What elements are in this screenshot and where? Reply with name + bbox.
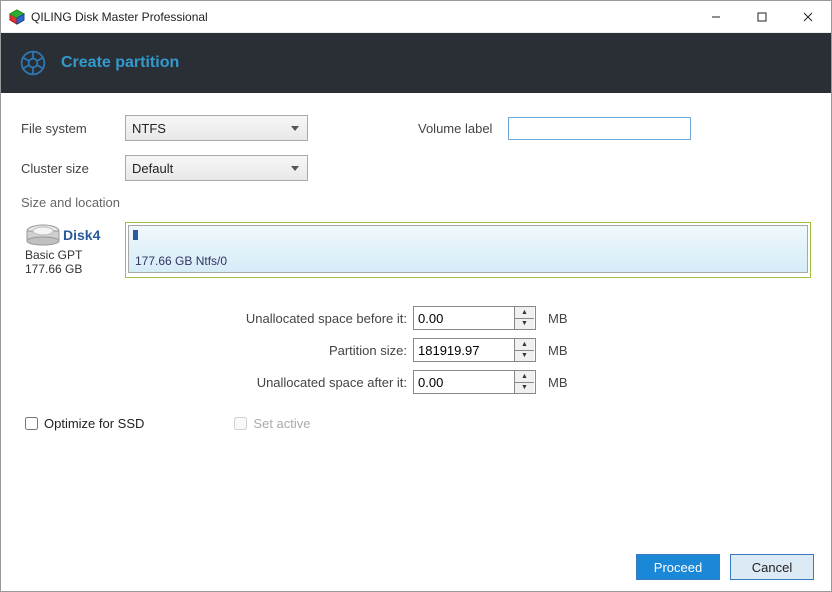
- hdd-icon: [25, 224, 61, 246]
- volume-label-input[interactable]: [508, 117, 691, 140]
- partition-label: 177.66 GB Ntfs/0: [135, 254, 227, 268]
- spinner-arrows: ▲ ▼: [514, 339, 534, 361]
- label-file-system: File system: [21, 121, 125, 136]
- label-volume-label: Volume label: [418, 121, 508, 136]
- row-unalloc-before: Unallocated space before it: ▲ ▼ MB: [21, 306, 811, 330]
- app-logo-icon: [19, 49, 47, 77]
- content-area: File system NTFS Volume label Cluster si…: [1, 93, 831, 441]
- page-title: Create partition: [61, 54, 179, 72]
- partition-bar[interactable]: 177.66 GB Ntfs/0: [128, 225, 808, 273]
- maximize-button[interactable]: [739, 1, 785, 33]
- unit-mb: MB: [548, 311, 568, 326]
- spinner-arrows: ▲ ▼: [514, 307, 534, 329]
- label-size-location: Size and location: [21, 195, 811, 210]
- proceed-button[interactable]: Proceed: [636, 554, 720, 580]
- optimize-ssd-input[interactable]: [25, 417, 38, 430]
- minimize-button[interactable]: [693, 1, 739, 33]
- optimize-ssd-checkbox[interactable]: Optimize for SSD: [25, 416, 144, 431]
- spinner-up-icon[interactable]: ▲: [515, 371, 534, 383]
- footer-buttons: Proceed Cancel: [636, 554, 814, 580]
- optimize-ssd-label: Optimize for SSD: [44, 416, 144, 431]
- unalloc-before-spinner[interactable]: ▲ ▼: [413, 306, 536, 330]
- row-file-system: File system NTFS Volume label: [21, 115, 811, 141]
- partition-size-spinner[interactable]: ▲ ▼: [413, 338, 536, 362]
- spinner-arrows: ▲ ▼: [514, 371, 534, 393]
- close-button[interactable]: [785, 1, 831, 33]
- unit-mb: MB: [548, 343, 568, 358]
- disk-name: Disk4: [63, 227, 100, 243]
- window-title: QILING Disk Master Professional: [31, 10, 693, 24]
- label-unalloc-before: Unallocated space before it:: [21, 311, 413, 326]
- file-system-select[interactable]: NTFS: [125, 115, 308, 141]
- checkbox-row: Optimize for SSD Set active: [21, 416, 811, 431]
- label-unalloc-after: Unallocated space after it:: [21, 375, 413, 390]
- unalloc-after-spinner[interactable]: ▲ ▼: [413, 370, 536, 394]
- row-partition-size: Partition size: ▲ ▼ MB: [21, 338, 811, 362]
- unalloc-after-input[interactable]: [414, 371, 514, 393]
- row-cluster-size: Cluster size Default: [21, 155, 811, 181]
- disk-size: 177.66 GB: [25, 262, 121, 276]
- partition-handle-icon[interactable]: [133, 230, 138, 240]
- row-unalloc-after: Unallocated space after it: ▲ ▼ MB: [21, 370, 811, 394]
- size-grid: Unallocated space before it: ▲ ▼ MB Part…: [21, 306, 811, 394]
- spinner-down-icon[interactable]: ▼: [515, 351, 534, 362]
- disk-panel: Disk4 Basic GPT 177.66 GB 177.66 GB Ntfs…: [21, 222, 811, 278]
- spinner-down-icon[interactable]: ▼: [515, 319, 534, 330]
- unit-mb: MB: [548, 375, 568, 390]
- spinner-up-icon[interactable]: ▲: [515, 307, 534, 319]
- partition-box[interactable]: 177.66 GB Ntfs/0: [125, 222, 811, 278]
- label-cluster-size: Cluster size: [21, 161, 125, 176]
- partition-size-input[interactable]: [414, 339, 514, 361]
- page-header: Create partition: [1, 33, 831, 93]
- spinner-down-icon[interactable]: ▼: [515, 383, 534, 394]
- cluster-size-select[interactable]: Default: [125, 155, 308, 181]
- titlebar: QILING Disk Master Professional: [1, 1, 831, 33]
- set-active-checkbox: Set active: [234, 416, 310, 431]
- app-icon: [9, 9, 25, 25]
- window-buttons: [693, 1, 831, 33]
- spinner-up-icon[interactable]: ▲: [515, 339, 534, 351]
- disk-info: Disk4 Basic GPT 177.66 GB: [21, 222, 121, 278]
- cancel-button[interactable]: Cancel: [730, 554, 814, 580]
- unalloc-before-input[interactable]: [414, 307, 514, 329]
- set-active-label: Set active: [253, 416, 310, 431]
- disk-type: Basic GPT: [25, 248, 121, 262]
- label-partition-size: Partition size:: [21, 343, 413, 358]
- set-active-input: [234, 417, 247, 430]
